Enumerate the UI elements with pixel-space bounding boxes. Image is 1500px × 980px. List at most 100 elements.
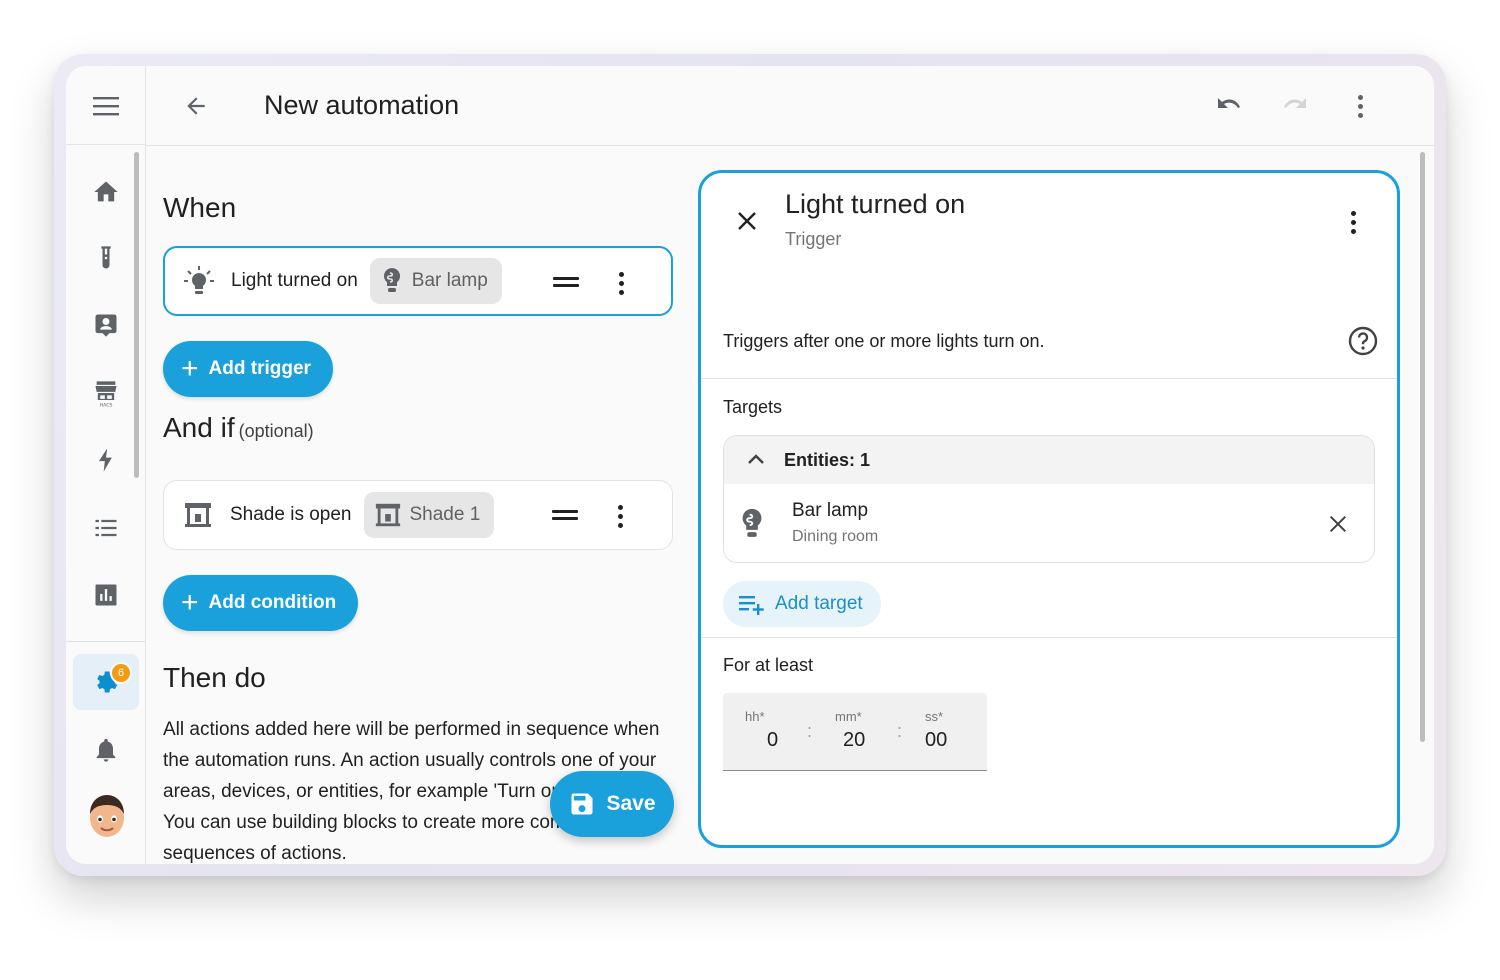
condition-row[interactable]: Shade is open Shade 1 — [163, 480, 673, 550]
add-trigger-label: Add trigger — [208, 358, 311, 379]
plus-icon: + — [181, 586, 199, 619]
time-separator: : — [807, 721, 813, 741]
app-screen: HACS 6 New automation When Light turned … — [66, 66, 1434, 864]
sidebar-item-hacs[interactable]: HACS — [73, 365, 139, 421]
trigger-entity-chip[interactable]: Bar lamp — [369, 258, 502, 304]
menu-icon — [93, 97, 119, 116]
add-target-label: Add target — [775, 593, 863, 614]
save-label: Save — [606, 792, 656, 815]
help-circle-icon[interactable] — [1347, 325, 1379, 357]
trigger-label: Light turned on — [231, 270, 358, 291]
panel-more-button[interactable] — [1341, 207, 1365, 237]
save-button[interactable]: Save — [550, 771, 674, 837]
and-if-section-title: And if (optional) — [163, 412, 314, 444]
back-arrow-icon — [187, 97, 205, 115]
top-app-bar: New automation — [146, 66, 1434, 146]
undo-button[interactable] — [1208, 88, 1248, 124]
sidebar-item-energy[interactable] — [73, 432, 139, 488]
floppy-disk-icon — [571, 793, 593, 815]
undo-icon — [1218, 98, 1240, 108]
remove-entity-button[interactable] — [1320, 506, 1356, 542]
window-shutter-icon — [375, 503, 400, 527]
home-icon — [94, 181, 118, 202]
entity-area: Dining room — [792, 528, 879, 545]
hours-value: 0 — [767, 729, 779, 751]
condition-more-button[interactable] — [608, 501, 632, 531]
sidebar-item-home[interactable] — [73, 164, 139, 220]
hacs-store-icon: HACS — [95, 381, 117, 407]
panel-title: Light turned on — [785, 189, 966, 219]
sidebar-item-notifications[interactable] — [73, 722, 139, 778]
duration-input: hh* 0 : mm* 20 : ss* 00 — [723, 693, 987, 771]
back-button[interactable] — [176, 88, 216, 124]
more-vertical-icon — [1348, 91, 1372, 121]
automation-editor: When Light turned on Bar lamp + Add trig… — [146, 146, 702, 864]
close-icon — [738, 212, 756, 230]
for-at-least-label: For at least — [723, 655, 814, 675]
trigger-detail-panel: Light turned on Trigger Triggers after o… — [698, 170, 1400, 848]
sidebar: HACS 6 — [66, 66, 146, 864]
playlist-plus-icon — [739, 596, 764, 615]
main-scrollbar[interactable] — [1420, 152, 1425, 742]
when-section-title: When — [163, 192, 237, 223]
light-bulb-on-icon — [181, 263, 217, 299]
add-target-button[interactable]: Add target — [723, 581, 881, 627]
seconds-value: 00 — [925, 729, 948, 751]
time-separator: : — [897, 721, 903, 741]
panel-subtitle: Trigger — [785, 229, 842, 249]
redo-button[interactable] — [1276, 88, 1316, 124]
trigger-more-button[interactable] — [609, 268, 633, 298]
close-icon — [1329, 515, 1347, 533]
sidebar-item-energy-tube[interactable] — [73, 230, 139, 286]
sidebar-item-history[interactable] — [73, 567, 139, 623]
condition-entity-chip[interactable]: Shade 1 — [363, 492, 495, 538]
light-bulb-icon — [383, 267, 400, 292]
lightning-bolt-icon — [99, 448, 112, 472]
seconds-label: ss* — [925, 709, 944, 724]
svg-text:HACS: HACS — [100, 402, 113, 407]
sidebar-item-person-card[interactable] — [73, 297, 139, 353]
add-trigger-button[interactable]: + Add trigger — [163, 341, 333, 397]
device-frame: HACS 6 New automation When Light turned … — [54, 54, 1446, 876]
optional-label: (optional) — [238, 421, 314, 441]
then-do-section-title: Then do — [163, 662, 266, 693]
minutes-field[interactable]: mm* 20 — [831, 693, 901, 771]
hours-label: hh* — [745, 709, 765, 724]
entity-name: Bar lamp — [792, 500, 869, 521]
seconds-field[interactable]: ss* 00 — [921, 693, 991, 771]
panel-divider — [701, 637, 1397, 638]
menu-button[interactable] — [86, 90, 126, 122]
minutes-label: mm* — [835, 709, 862, 724]
format-list-icon — [95, 519, 117, 537]
sidebar-item-settings[interactable]: 6 — [73, 654, 139, 710]
drag-handle-icon[interactable] — [553, 277, 579, 289]
entity-row: Bar lamp Dining room — [724, 484, 1374, 562]
close-panel-button[interactable] — [729, 203, 765, 239]
entities-count-label: Entities: 1 — [784, 449, 871, 470]
and-if-title-text: And if — [163, 412, 235, 443]
chevron-up-icon — [748, 454, 764, 464]
trigger-entity-label: Bar lamp — [411, 270, 488, 291]
drag-handle-icon[interactable] — [552, 510, 578, 522]
window-shutter-open-icon — [180, 497, 216, 533]
account-box-icon — [95, 314, 117, 337]
bar-chart-icon — [95, 584, 117, 606]
test-tube-icon — [101, 246, 111, 269]
light-bulb-icon — [742, 508, 762, 537]
targets-label: Targets — [723, 397, 783, 417]
hours-field[interactable]: hh* 0 — [741, 693, 811, 771]
more-options-button[interactable] — [1340, 88, 1380, 124]
plus-icon: + — [181, 352, 199, 385]
user-avatar[interactable] — [86, 792, 128, 840]
sidebar-item-logbook[interactable] — [73, 500, 139, 556]
entities-expander[interactable]: Entities: 1 — [724, 436, 1374, 484]
bell-icon — [96, 738, 116, 762]
condition-entity-label: Shade 1 — [409, 504, 481, 525]
notification-count-badge: 6 — [110, 662, 132, 684]
condition-label: Shade is open — [230, 504, 352, 525]
add-condition-button[interactable]: + Add condition — [163, 575, 359, 631]
page-title: New automation — [264, 90, 460, 120]
trigger-description: Triggers after one or more lights turn o… — [723, 331, 1045, 351]
redo-icon — [1284, 98, 1306, 108]
trigger-row[interactable]: Light turned on Bar lamp — [163, 246, 673, 316]
